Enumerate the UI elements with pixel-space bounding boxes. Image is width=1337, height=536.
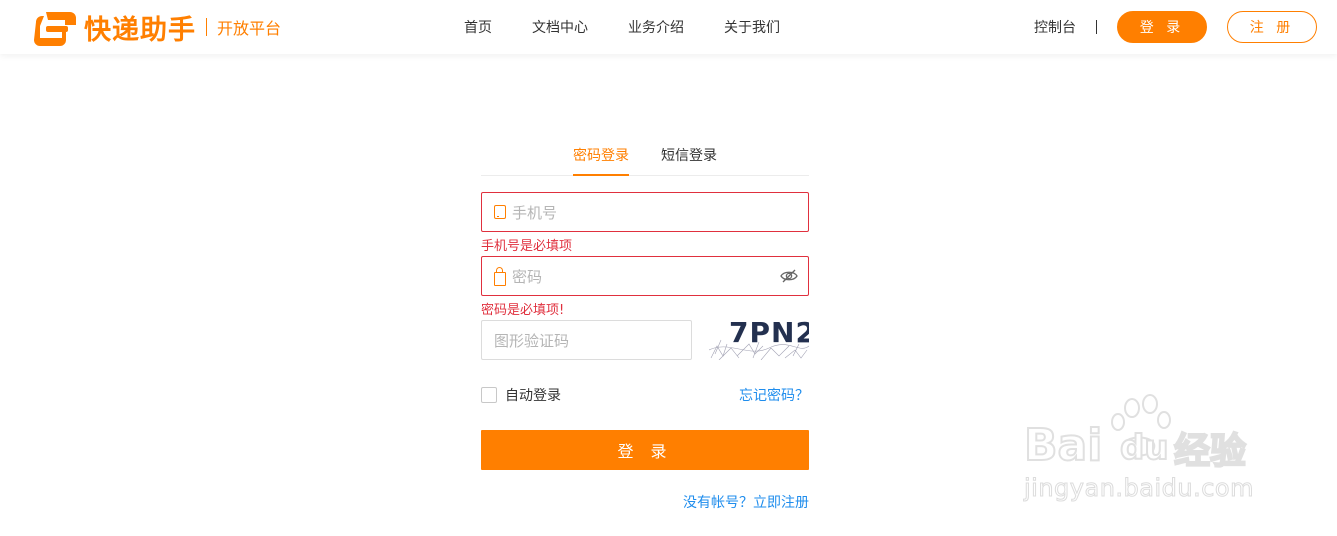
header-login-button[interactable]: 登 录 bbox=[1117, 11, 1207, 43]
top-header: 快递助手 开放平台 首页 文档中心 业务介绍 关于我们 控制台 登 录 注 册 bbox=[0, 0, 1337, 54]
forgot-password-link[interactable]: 忘记密码？ bbox=[739, 385, 809, 405]
lock-icon bbox=[494, 266, 506, 286]
phone-input[interactable]: 手机号 bbox=[481, 192, 809, 232]
captcha-code: 7PN2 bbox=[729, 320, 809, 349]
captcha-input[interactable]: 图形验证码 bbox=[481, 320, 692, 360]
phone-error: 手机号是必填项 bbox=[481, 239, 573, 254]
brand-logo[interactable]: 快递助手 开放平台 bbox=[32, 8, 281, 46]
captcha-placeholder: 图形验证码 bbox=[494, 331, 570, 350]
watermark-url: jingyan.baidu.com bbox=[1024, 474, 1254, 503]
eye-off-icon[interactable] bbox=[780, 268, 798, 284]
baidu-jingyan-watermark: Bai du 经验 jingyan.baidu.com bbox=[1023, 390, 1274, 510]
watermark-brand-du: du bbox=[1119, 427, 1170, 469]
password-placeholder: 密码 bbox=[512, 267, 543, 286]
login-submit-button[interactable]: 登 录 bbox=[481, 430, 809, 470]
console-link[interactable]: 控制台 bbox=[1034, 17, 1076, 37]
brand-name: 快递助手 bbox=[84, 14, 196, 46]
brand-sub: 开放平台 bbox=[217, 19, 282, 38]
phone-icon bbox=[494, 205, 506, 219]
captcha-image[interactable]: 7PN2 bbox=[709, 320, 809, 360]
nav-item-home[interactable]: 首页 bbox=[464, 17, 492, 37]
nav-item-business[interactable]: 业务介绍 bbox=[628, 17, 684, 37]
login-panel: 密码登录 短信登录 手机号 手机号是必填项 密码 密码是必填项! 图形验证码 7… bbox=[481, 140, 809, 511]
nav-item-docs[interactable]: 文档中心 bbox=[532, 17, 588, 37]
tab-password-login[interactable]: 密码登录 bbox=[573, 140, 629, 176]
logo-divider bbox=[206, 18, 207, 36]
auto-login-checkbox[interactable] bbox=[481, 387, 497, 403]
auto-login-label[interactable]: 自动登录 bbox=[505, 385, 561, 405]
main-nav: 首页 文档中心 业务介绍 关于我们 bbox=[464, 0, 820, 54]
tab-sms-login[interactable]: 短信登录 bbox=[661, 140, 717, 176]
header-separator bbox=[1096, 20, 1097, 34]
password-error: 密码是必填项! bbox=[481, 303, 565, 318]
watermark-cn: 经验 bbox=[1173, 430, 1247, 473]
logo-mark-icon bbox=[34, 12, 76, 46]
login-tabs: 密码登录 短信登录 bbox=[481, 140, 809, 176]
header-actions: 控制台 登 录 注 册 bbox=[1034, 0, 1317, 54]
phone-placeholder: 手机号 bbox=[512, 203, 558, 222]
signup-link[interactable]: 没有帐号？立即注册 bbox=[683, 492, 809, 512]
password-input[interactable]: 密码 bbox=[481, 256, 809, 296]
header-register-button[interactable]: 注 册 bbox=[1227, 11, 1317, 43]
remember-row: 自动登录 忘记密码？ bbox=[481, 386, 809, 404]
watermark-brand: Bai bbox=[1023, 419, 1103, 472]
nav-item-about[interactable]: 关于我们 bbox=[724, 17, 780, 37]
